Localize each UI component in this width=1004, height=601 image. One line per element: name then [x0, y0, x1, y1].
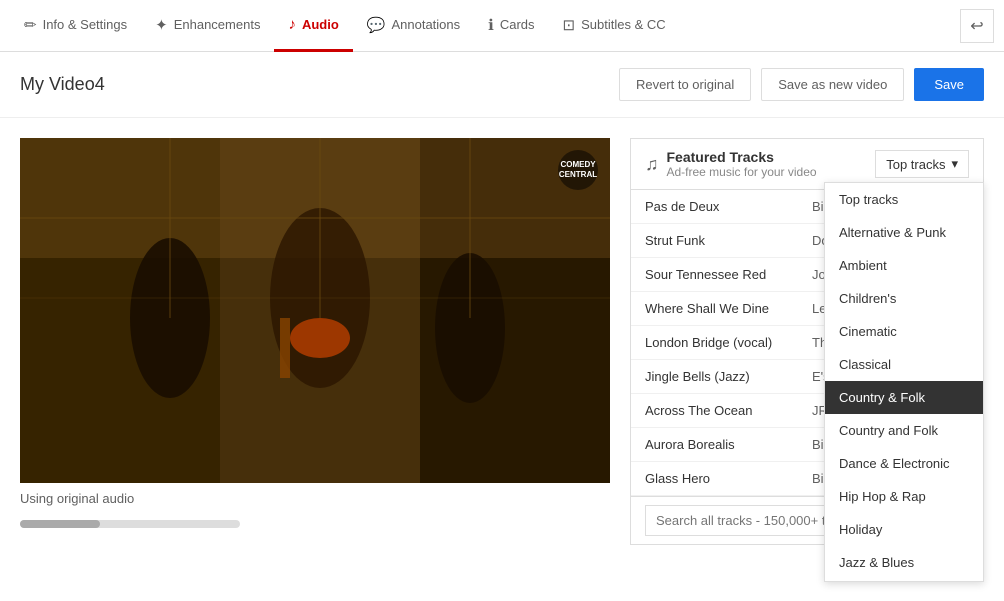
tracks-title: Featured Tracks: [667, 149, 817, 165]
nav-item-annotations[interactable]: 💬 Annotations: [353, 1, 474, 52]
dropdown-item-ambient[interactable]: Ambient: [825, 249, 983, 282]
revert-button[interactable]: Revert to original: [619, 68, 751, 101]
tracks-title-group: Featured Tracks Ad-free music for your v…: [667, 149, 817, 179]
action-buttons: Revert to original Save as new video Sav…: [619, 68, 984, 101]
back-button[interactable]: ↩: [960, 9, 994, 43]
tracks-subtitle: Ad-free music for your video: [667, 165, 817, 179]
dropdown-item-classical[interactable]: Classical: [825, 348, 983, 381]
music-note-icon: ♫: [645, 154, 659, 175]
track-name: Pas de Deux: [645, 199, 802, 214]
audio-note: Using original audio: [20, 491, 610, 506]
save-button[interactable]: Save: [914, 68, 984, 101]
info-icon: ℹ: [488, 16, 494, 34]
back-arrow-icon: ↩: [970, 16, 983, 36]
nav-item-cards[interactable]: ℹ Cards: [474, 1, 548, 52]
track-name: London Bridge (vocal): [645, 335, 802, 350]
scroll-track[interactable]: [20, 520, 240, 528]
track-name: Where Shall We Dine: [645, 301, 802, 316]
nav-item-enhancements[interactable]: ✦ Enhancements: [141, 1, 274, 52]
main-content: COMEDYCENTRAL ▶ 🔊 0:04 / 0:40 Using orig…: [0, 118, 1004, 601]
cc-icon: ⊡: [563, 16, 576, 34]
tracks-header-left: ♫ Featured Tracks Ad-free music for your…: [645, 149, 817, 179]
video-player[interactable]: COMEDYCENTRAL ▶ 🔊 0:04 / 0:40: [20, 138, 610, 483]
dropdown-item-dance-electronic[interactable]: Dance & Electronic: [825, 447, 983, 480]
scroll-area: [20, 520, 610, 528]
scroll-thumb: [20, 520, 100, 528]
genre-dropdown-button[interactable]: Top tracks ▾: [875, 150, 969, 178]
dropdown-item-pop[interactable]: Pop: [825, 579, 983, 582]
chat-icon: 💬: [367, 16, 386, 34]
music-icon: ♪: [288, 16, 296, 33]
video-section: COMEDYCENTRAL ▶ 🔊 0:04 / 0:40 Using orig…: [20, 138, 610, 581]
dropdown-item-country-and-folk[interactable]: Country and Folk: [825, 414, 983, 447]
track-name: Strut Funk: [645, 233, 802, 248]
pencil-icon: ✏: [24, 16, 37, 34]
dropdown-item-childrens[interactable]: Children's: [825, 282, 983, 315]
dropdown-item-hip-hop-rap[interactable]: Hip Hop & Rap: [825, 480, 983, 513]
page-header: My Video4 Revert to original Save as new…: [0, 52, 1004, 118]
track-name: Aurora Borealis: [645, 437, 802, 452]
dropdown-item-jazz-blues[interactable]: Jazz & Blues: [825, 546, 983, 579]
track-name: Sour Tennessee Red: [645, 267, 802, 282]
video-frame: COMEDYCENTRAL: [20, 138, 610, 483]
save-new-video-button[interactable]: Save as new video: [761, 68, 904, 101]
track-name: Glass Hero: [645, 471, 802, 486]
channel-logo: COMEDYCENTRAL: [558, 150, 598, 190]
dropdown-item-alt-punk[interactable]: Alternative & Punk: [825, 216, 983, 249]
video-content: [20, 138, 610, 483]
page-title: My Video4: [20, 74, 619, 95]
track-name: Across The Ocean: [645, 403, 802, 418]
tracks-panel: ♫ Featured Tracks Ad-free music for your…: [630, 138, 984, 581]
nav-item-audio[interactable]: ♪ Audio: [274, 1, 352, 52]
nav-item-subtitles[interactable]: ⊡ Subtitles & CC: [549, 1, 680, 52]
sparkle-icon: ✦: [155, 16, 168, 34]
nav-item-info[interactable]: ✏ Info & Settings: [10, 1, 141, 52]
dropdown-item-cinematic[interactable]: Cinematic: [825, 315, 983, 348]
dropdown-item-holiday[interactable]: Holiday: [825, 513, 983, 546]
chevron-down-icon: ▾: [951, 156, 958, 172]
top-navigation: ✏ Info & Settings ✦ Enhancements ♪ Audio…: [0, 0, 1004, 52]
genre-label: Top tracks: [886, 157, 945, 172]
dropdown-item-top-tracks[interactable]: Top tracks: [825, 183, 983, 216]
genre-dropdown-menu: Top tracks Alternative & Punk Ambient Ch…: [824, 182, 984, 582]
dropdown-item-country-folk[interactable]: Country & Folk: [825, 381, 983, 414]
track-name: Jingle Bells (Jazz): [645, 369, 802, 384]
